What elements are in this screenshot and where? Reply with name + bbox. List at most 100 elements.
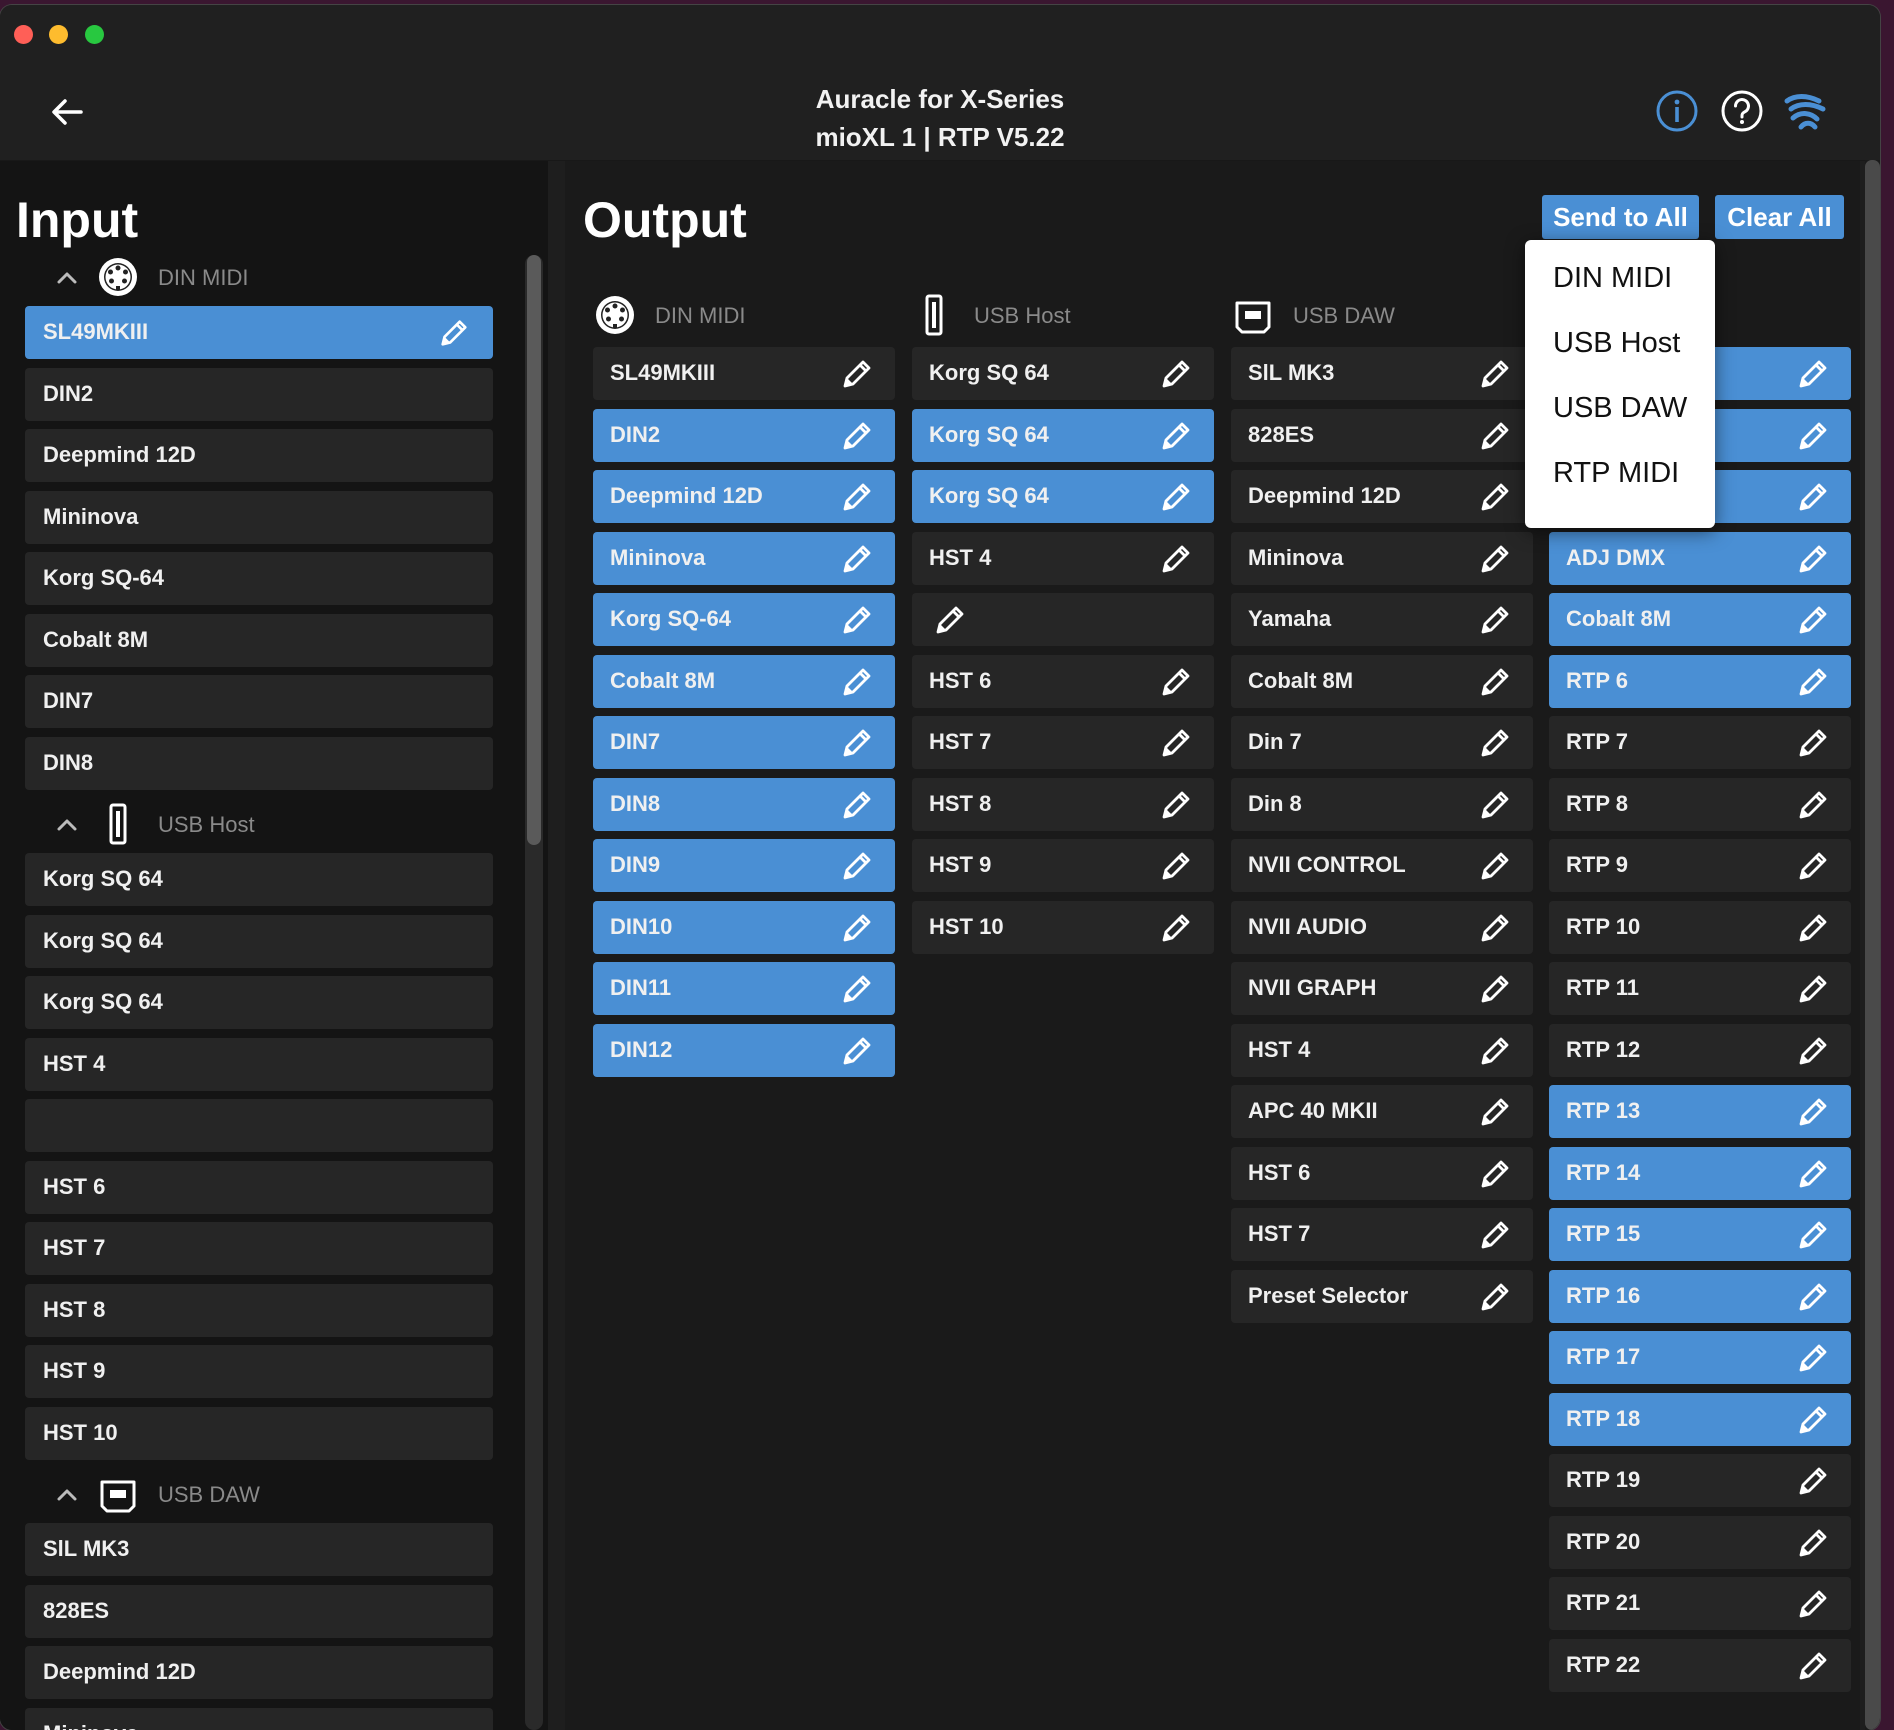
pencil-icon[interactable] (1795, 664, 1831, 700)
output-row[interactable]: Deepmind 12D (1231, 470, 1533, 523)
pencil-icon[interactable] (1477, 1217, 1513, 1253)
input-scrollbar[interactable] (525, 255, 543, 1730)
pencil-icon[interactable] (1158, 479, 1194, 515)
output-row[interactable]: HST 6 (1231, 1146, 1533, 1200)
output-row[interactable]: Korg SQ 64 (912, 347, 1214, 400)
pencil-icon[interactable] (1158, 356, 1194, 392)
output-row[interactable]: DIN9 (593, 839, 895, 892)
info-icon[interactable] (1655, 89, 1699, 133)
input-section-header-din-midi[interactable]: DIN MIDI (0, 251, 520, 306)
pencil-icon[interactable] (1477, 1279, 1513, 1315)
pencil-icon[interactable] (1158, 418, 1194, 454)
pencil-icon[interactable] (839, 418, 875, 454)
pencil-icon[interactable] (1158, 910, 1194, 946)
pencil-icon[interactable] (1795, 1094, 1831, 1130)
output-row[interactable]: Din 7 (1231, 716, 1533, 769)
output-row[interactable]: RTP 6 (1549, 654, 1851, 708)
clear-all-button[interactable]: Clear All (1715, 195, 1844, 239)
dropdown-item-rtp-midi[interactable]: RTP MIDI (1553, 457, 1679, 490)
output-row[interactable]: DIN2 (593, 408, 895, 462)
dropdown-item-din-midi[interactable]: DIN MIDI (1553, 262, 1672, 295)
pencil-icon[interactable] (839, 1033, 875, 1069)
pencil-icon[interactable] (1158, 787, 1194, 823)
output-row[interactable]: Cobalt 8M (1231, 654, 1533, 708)
output-row[interactable]: ADJ DMX (1549, 531, 1851, 585)
pencil-icon[interactable] (839, 664, 875, 700)
pencil-icon[interactable] (839, 787, 875, 823)
chevron-up-icon[interactable] (52, 1482, 82, 1506)
pencil-icon[interactable] (1795, 602, 1831, 638)
input-row[interactable]: HST 8 (25, 1283, 493, 1337)
pencil-icon[interactable] (1795, 479, 1831, 515)
input-row[interactable]: HST 4 (25, 1037, 493, 1091)
pencil-icon[interactable] (1477, 1033, 1513, 1069)
pencil-icon[interactable] (1795, 356, 1831, 392)
pencil-icon[interactable] (1795, 910, 1831, 946)
input-section-header-usb-host[interactable]: USB Host (0, 798, 520, 853)
pencil-icon[interactable] (1158, 664, 1194, 700)
output-row[interactable]: APC 40 MKII (1231, 1085, 1533, 1138)
pencil-icon[interactable] (839, 602, 875, 638)
input-list[interactable]: DIN MIDI SL49MKIII DIN2 Deepmind 12D Mininov… (0, 251, 520, 1730)
output-row[interactable]: SL49MKIII (593, 347, 895, 400)
input-row[interactable]: Mininova (25, 1707, 493, 1730)
input-row[interactable]: Korg SQ 64 (25, 914, 493, 968)
output-row[interactable]: Yamaha (1231, 593, 1533, 646)
input-row[interactable]: SlL MK3 (25, 1523, 493, 1576)
pencil-icon[interactable] (1795, 1217, 1831, 1253)
output-row[interactable]: HST 7 (912, 716, 1214, 769)
input-row[interactable]: Korg SQ 64 (25, 853, 493, 906)
output-row[interactable]: NVII AUDIO (1231, 900, 1533, 954)
output-row[interactable]: RTP 17 (1549, 1331, 1851, 1384)
pencil-icon[interactable] (839, 479, 875, 515)
pencil-icon[interactable] (1477, 664, 1513, 700)
input-section-header-usb-daw[interactable]: USB DAW (0, 1468, 520, 1523)
dropdown-item-usb-daw[interactable]: USB DAW (1553, 392, 1687, 425)
output-row[interactable]: HST 6 (912, 654, 1214, 708)
output-row[interactable]: RTP 16 (1549, 1269, 1851, 1323)
output-row[interactable]: DIN12 (593, 1023, 895, 1077)
input-row[interactable]: HST 10 (25, 1406, 493, 1460)
pencil-icon[interactable] (1477, 910, 1513, 946)
output-row[interactable]: Din 8 (1231, 777, 1533, 831)
send-to-all-button[interactable]: Send to All (1542, 195, 1699, 239)
output-row[interactable]: RTP 13 (1549, 1085, 1851, 1138)
output-row[interactable]: RTP 15 (1549, 1208, 1851, 1261)
output-row[interactable]: Korg SQ 64 (912, 470, 1214, 523)
output-row[interactable]: DIN7 (593, 716, 895, 769)
pencil-icon[interactable] (1795, 541, 1831, 577)
input-row[interactable]: Korg SQ 64 (25, 976, 493, 1029)
pencil-icon[interactable] (1477, 725, 1513, 761)
output-row[interactable]: RTP 11 (1549, 962, 1851, 1015)
output-row[interactable]: DIN8 (593, 777, 895, 831)
help-icon[interactable] (1720, 89, 1764, 133)
output-row[interactable]: RTP 22 (1549, 1638, 1851, 1692)
output-row[interactable]: HST 8 (912, 777, 1214, 831)
output-row[interactable]: RTP 12 (1549, 1023, 1851, 1077)
output-row[interactable]: RTP 18 (1549, 1392, 1851, 1446)
input-row[interactable]: Cobalt 8M (25, 613, 493, 667)
pencil-icon[interactable] (1795, 971, 1831, 1007)
output-row[interactable]: RTP 20 (1549, 1515, 1851, 1569)
pencil-icon[interactable] (1795, 1033, 1831, 1069)
output-row[interactable]: RTP 7 (1549, 716, 1851, 769)
chevron-up-icon[interactable] (52, 265, 82, 289)
pencil-icon[interactable] (1477, 541, 1513, 577)
pencil-icon[interactable] (839, 541, 875, 577)
output-row[interactable]: HST 4 (1231, 1023, 1533, 1077)
output-row[interactable] (912, 593, 1214, 646)
output-row[interactable]: Cobalt 8M (593, 654, 895, 708)
input-row[interactable]: HST 9 (25, 1345, 493, 1398)
pencil-icon[interactable] (839, 356, 875, 392)
pencil-icon[interactable] (1795, 787, 1831, 823)
zoom-window-button[interactable] (85, 25, 104, 44)
input-row[interactable]: Deepmind 12D (25, 429, 493, 482)
input-row[interactable]: SL49MKIII (25, 306, 493, 359)
output-row[interactable]: HST 10 (912, 900, 1214, 954)
pencil-icon[interactable] (1795, 1586, 1831, 1622)
output-row[interactable]: DIN10 (593, 900, 895, 954)
pencil-icon[interactable] (1477, 848, 1513, 884)
input-row[interactable]: 828ES (25, 1584, 493, 1638)
output-row[interactable]: RTP 14 (1549, 1146, 1851, 1200)
input-row[interactable] (25, 1099, 493, 1152)
